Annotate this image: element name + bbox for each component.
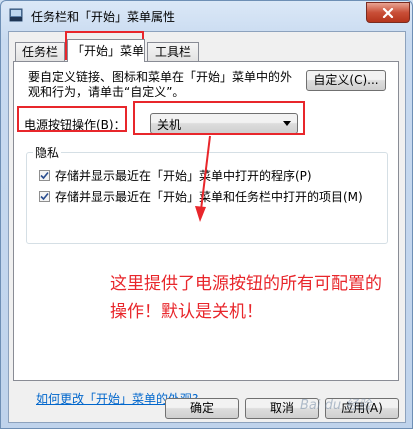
watermark-logo: Bai du 经验 [300, 398, 372, 413]
annotation-arrow [195, 135, 211, 222]
tab-start-menu[interactable]: 「开始」菜单 [67, 39, 145, 62]
